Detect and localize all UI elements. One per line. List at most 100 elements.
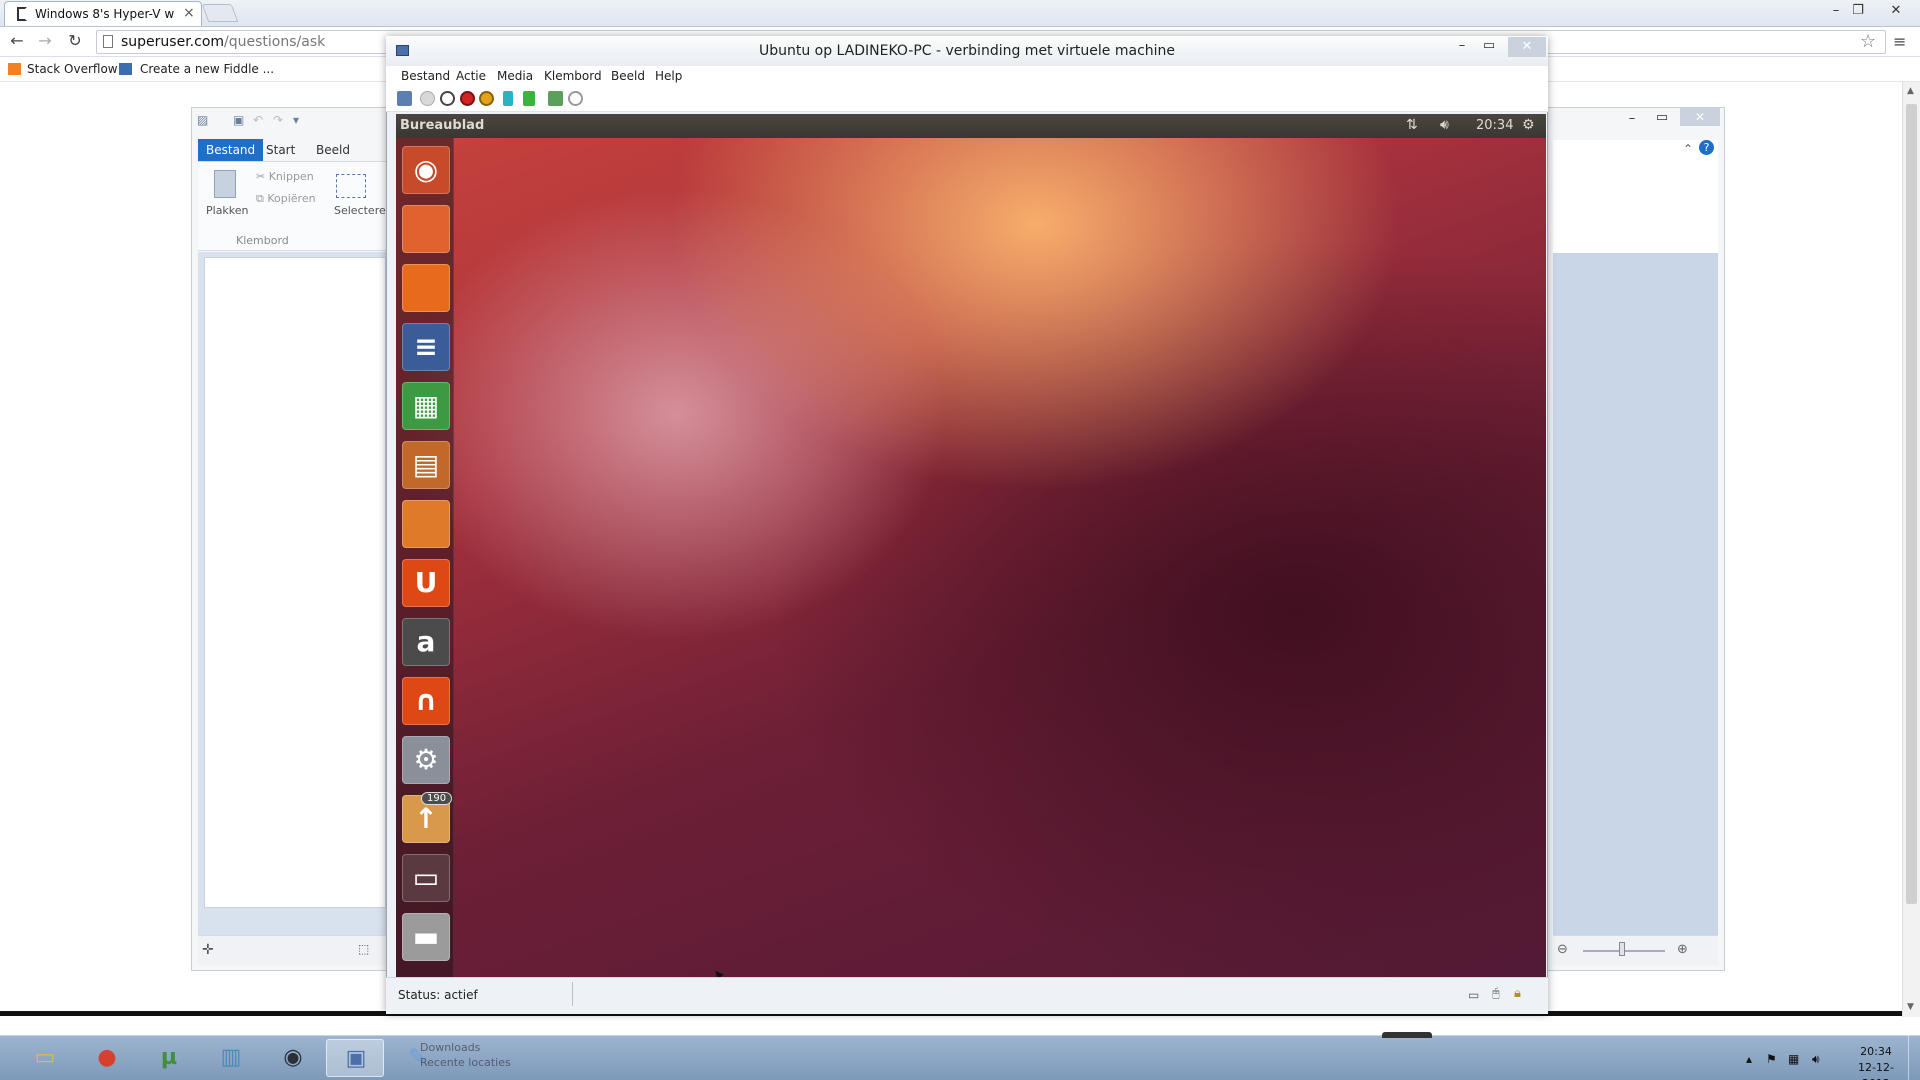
vm-minimize-icon[interactable]: – [1449,38,1475,53]
redo-icon[interactable]: ↷ [273,113,287,127]
ubuntu-desktop[interactable] [396,114,1546,977]
amazon-icon[interactable]: a [402,618,450,666]
amazon-glyph: a [416,625,436,658]
paint-ribbon-right: ⌃ ? [1553,140,1718,253]
removable-drive-icon[interactable]: ▬ [402,913,450,961]
start-icon[interactable] [420,91,435,106]
tab-beeld[interactable]: Beeld [308,139,358,161]
workspace-switcher-icon[interactable]: ▭ [402,854,450,902]
hyperv-taskbar-icon[interactable]: ▣ [326,1039,384,1077]
panel-clock[interactable]: 20:34 [1476,118,1513,133]
zoom-slider-thumb[interactable] [1619,942,1625,956]
software-center-icon[interactable] [402,500,450,548]
ubuntu-one-music-icon[interactable]: ∩ [402,677,450,725]
update-manager-icon[interactable]: ↑ 190 [402,792,453,843]
pause-icon[interactable] [503,91,513,106]
thumbnail-preview-edge [1382,1032,1432,1038]
steam-taskbar-icon[interactable]: ◉ [264,1039,322,1077]
menu-media[interactable]: Media [497,69,533,83]
browser-tab[interactable]: Windows 8's Hyper-V with × [4,1,202,26]
menu-actie[interactable]: Actie [456,69,486,83]
network-indicator-icon[interactable]: ⇅ [1406,117,1418,133]
menu-beeld[interactable]: Beeld [611,69,645,83]
shut-down-icon[interactable] [460,91,475,106]
utorrent-taskbar-icon[interactable]: µ [140,1039,198,1077]
jump-downloads[interactable]: Downloads [420,1040,511,1055]
collapse-ribbon-icon[interactable]: ⌃ [1683,142,1693,156]
snapshot-icon[interactable] [548,91,563,106]
reset-icon[interactable] [523,91,535,106]
dash-icon[interactable]: ◉ [402,146,450,194]
minimize-browser-icon[interactable]: – [1826,3,1846,18]
bookmark-create-fiddle[interactable]: Create a new Fiddle ... [140,62,274,76]
customize-qat-icon[interactable]: ▾ [293,113,307,127]
restore-browser-icon[interactable]: ❐ [1848,3,1868,18]
reload-icon[interactable]: ↻ [64,31,86,50]
close-tab-icon[interactable]: × [183,5,195,21]
select-button[interactable]: Selecteren [334,204,393,217]
jump-recent[interactable]: Recente locaties [420,1055,511,1070]
ctrl-alt-del-icon[interactable] [397,91,412,106]
scroll-down-icon[interactable]: ▼ [1907,1002,1914,1012]
forward-icon[interactable]: → [34,31,56,50]
bookmark-stack-overflow[interactable]: Stack Overflow [27,62,118,76]
taskbar-clock[interactable]: 20:34 12-12-2012 [1846,1044,1906,1080]
action-center-flag-icon[interactable]: ⚑ [1766,1052,1777,1066]
network-tray-icon[interactable]: ▦ [1788,1052,1799,1066]
browser-menu-icon[interactable]: ≡ [1893,32,1906,51]
close-browser-icon[interactable]: ✕ [1886,3,1906,18]
new-tab-button[interactable] [201,4,239,22]
scroll-up-icon[interactable]: ▲ [1907,86,1914,96]
paint-app-icon[interactable]: ▨ [197,113,211,127]
show-desktop-button[interactable] [1908,1035,1920,1080]
save-state-icon[interactable] [479,91,494,106]
calc-icon[interactable]: ▦ [402,382,450,430]
paint-minimize-icon[interactable]: – [1622,111,1642,126]
explorer-taskbar-icon[interactable]: ▭ [16,1039,74,1077]
city-app-taskbar-icon[interactable]: ▥ [202,1039,260,1077]
scrollbar-thumb[interactable] [1906,104,1917,904]
session-gear-icon[interactable]: ⚙ [1522,117,1535,133]
volume-tray-icon[interactable]: 🔊︎ [1812,1052,1820,1067]
paste-button[interactable]: Plakken [206,204,249,217]
menu-klembord[interactable]: Klembord [544,69,602,83]
back-icon[interactable]: ← [6,31,28,50]
tab-start[interactable]: Start [258,139,303,161]
url-host: superuser.com [121,34,225,50]
paint-close-icon[interactable]: ✕ [1680,108,1720,126]
menu-help[interactable]: Help [655,69,682,83]
system-settings-icon[interactable]: ⚙ [402,736,450,784]
vm-maximize-icon[interactable]: ▭ [1476,38,1502,53]
system-settings-glyph: ⚙ [413,743,439,776]
revert-icon[interactable] [568,91,583,106]
bookmark-star-icon[interactable]: ☆ [1860,31,1876,52]
undo-icon[interactable]: ↶ [253,113,267,127]
save-icon[interactable]: ▣ [233,113,247,127]
copy-button[interactable]: ⧉ Kopiëren [256,192,316,206]
chrome-taskbar-icon[interactable]: ● [78,1039,136,1077]
tab-bestand[interactable]: Bestand [198,139,264,161]
impress-icon[interactable]: ▤ [402,441,450,489]
zoom-out-icon[interactable]: ⊖ [1557,942,1568,957]
files-icon[interactable] [402,205,450,253]
ubuntu-one-icon[interactable]: U [402,559,450,607]
workspace-switcher-glyph: ▭ [412,861,440,894]
page-icon [103,35,113,48]
zoom-in-icon[interactable]: ⊕ [1677,942,1688,957]
cursor-position-icon: ✛ [202,942,214,958]
clock-time: 20:34 [1860,1045,1892,1058]
paint-canvas[interactable] [204,257,386,908]
show-hidden-icons-icon[interactable]: ▴ [1746,1052,1752,1066]
sound-indicator-icon[interactable]: 🔊︎ [1440,117,1449,133]
help-icon[interactable]: ? [1699,140,1714,155]
page-scrollbar[interactable]: ▲ ▼ [1902,82,1920,1017]
paint-maximize-icon[interactable]: ▭ [1652,110,1672,125]
firefox-icon[interactable] [402,264,450,312]
vm-close-icon[interactable]: ✕ [1508,37,1546,57]
writer-icon[interactable]: ≡ [402,323,450,371]
menu-bestand[interactable]: Bestand [401,69,450,83]
cut-button[interactable]: ✂ Knippen [256,170,314,183]
url-path: /questions/ask [224,34,326,50]
vm-title-bar[interactable]: Ubuntu op LADINEKO-PC - verbinding met v… [386,36,1548,66]
turn-off-icon[interactable] [440,91,455,106]
